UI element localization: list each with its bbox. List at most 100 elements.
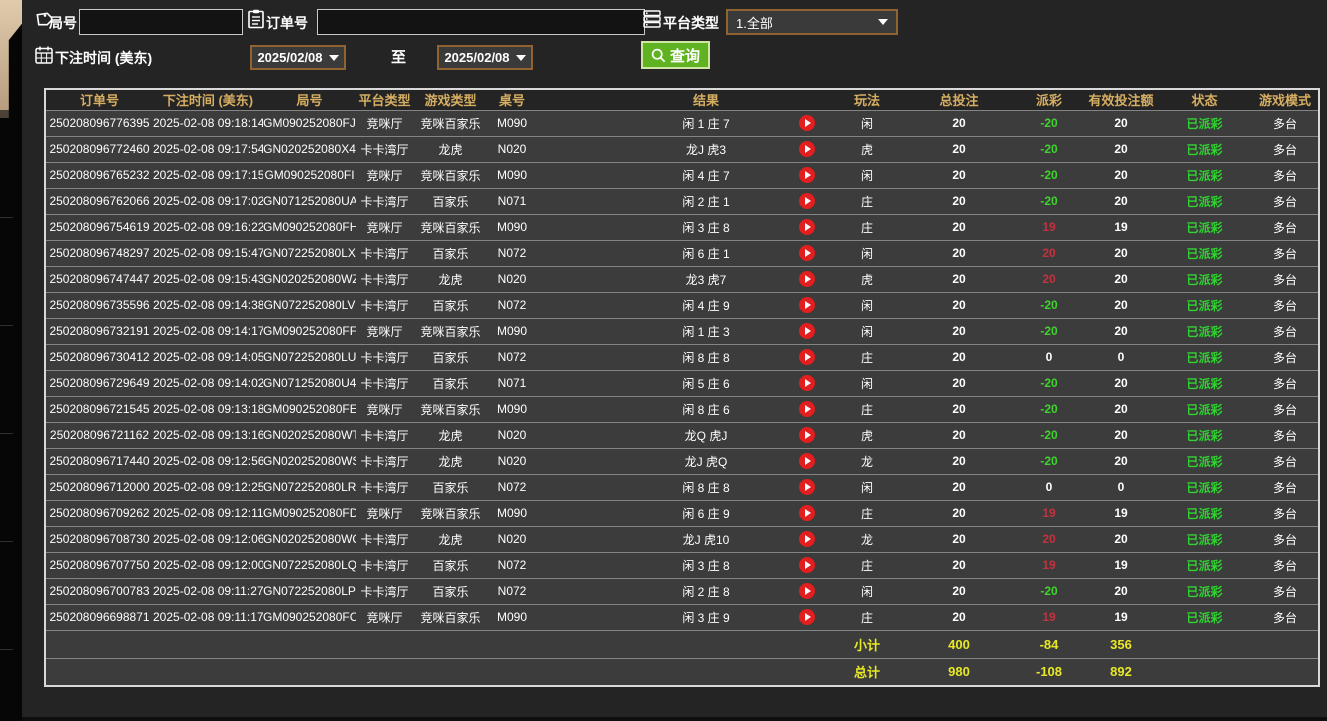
order-no-cell: 250208096776395 [45, 109, 153, 136]
play-triangle [805, 509, 811, 517]
table-no-cell: M090 [488, 317, 536, 344]
magnifier-icon [651, 48, 666, 62]
play-triangle [805, 613, 811, 621]
result-cell: 闲 3 庄 8 [536, 213, 829, 240]
game-mode-cell: 多台 [1252, 213, 1319, 240]
play-triangle [805, 197, 811, 205]
result-cell: 闲 3 庄 9 [536, 603, 829, 630]
table-row: 250208096707750 2025-02-08 09:12:00 GN07… [45, 551, 1319, 578]
video-play-icon[interactable] [799, 141, 815, 157]
game-mode-cell: 多台 [1252, 369, 1319, 396]
result-cell: 闲 4 庄 9 [536, 291, 829, 318]
game-mode-cell: 多台 [1252, 447, 1319, 474]
game-type-cell: 竞咪百家乐 [413, 317, 488, 344]
video-play-icon[interactable] [799, 349, 815, 365]
bet-time-cell: 2025-02-08 09:12:06 [153, 525, 263, 552]
play-triangle [805, 171, 811, 179]
payout-cell: -20 [1013, 135, 1085, 162]
game-mode-cell: 多台 [1252, 109, 1319, 136]
table-row: 250208096730412 2025-02-08 09:14:05 GN07… [45, 343, 1319, 370]
video-play-icon[interactable] [799, 167, 815, 183]
video-play-icon[interactable] [799, 479, 815, 495]
date-from-picker[interactable]: 2025/02/08 [250, 45, 346, 70]
video-play-icon[interactable] [799, 531, 815, 547]
payout-cell: -20 [1013, 161, 1085, 188]
video-play-icon[interactable] [799, 271, 815, 287]
order-no-cell: 250208096717440 [45, 447, 153, 474]
video-play-icon[interactable] [799, 323, 815, 339]
game-mode-cell: 多台 [1252, 395, 1319, 422]
video-play-icon[interactable] [799, 219, 815, 235]
header-row: 订单号 下注时间 (美东) 局号 平台类型 游戏类型 桌号 结果 玩法 总投注 … [45, 89, 1319, 110]
status-cell: 已派彩 [1157, 369, 1252, 396]
header-bet-time: 下注时间 (美东) [153, 89, 263, 110]
round-no-input[interactable] [79, 9, 243, 35]
platform-cell: 卡卡湾厅 [356, 291, 413, 318]
game-type-cell: 龙虎 [413, 421, 488, 448]
video-play-icon[interactable] [799, 193, 815, 209]
table-row: 250208096772460 2025-02-08 09:17:54 GN02… [45, 135, 1319, 162]
video-play-icon[interactable] [799, 375, 815, 391]
play-type-cell: 虎 [829, 421, 905, 448]
table-no-cell: N072 [488, 551, 536, 578]
table-no-cell: M090 [488, 395, 536, 422]
play-triangle [805, 301, 811, 309]
order-no-input[interactable] [317, 9, 645, 35]
header-result: 结果 [536, 89, 829, 110]
order-no-cell: 250208096707750 [45, 551, 153, 578]
total-label: 总计 [829, 657, 905, 686]
platform-cell: 竞咪厅 [356, 499, 413, 526]
video-play-icon[interactable] [799, 427, 815, 443]
valid-bet-cell: 20 [1085, 187, 1157, 214]
result-text: 闲 2 庄 1 [682, 194, 730, 209]
header-total-bet: 总投注 [905, 89, 1013, 110]
date-to-picker[interactable]: 2025/02/08 [437, 45, 533, 70]
result-text: 闲 6 庄 9 [682, 506, 730, 521]
result-cell: 闲 1 庄 3 [536, 317, 829, 344]
total-bet-cell: 20 [905, 343, 1013, 370]
left-edge-backdrop [0, 0, 22, 721]
date-to-separator: 至 [391, 49, 407, 66]
backdrop-separators [0, 110, 13, 670]
status-cell: 已派彩 [1157, 265, 1252, 292]
table-no-cell: N020 [488, 525, 536, 552]
payout-cell: 19 [1013, 213, 1085, 240]
bet-time-cell: 2025-02-08 09:16:22 [153, 213, 263, 240]
video-play-icon[interactable] [799, 583, 815, 599]
table-no-cell: M090 [488, 161, 536, 188]
video-play-icon[interactable] [799, 609, 815, 625]
platform-select[interactable]: 1.全部 [726, 9, 898, 35]
round-no-cell: GN071252080U4 [263, 369, 356, 396]
table-footer: 小计 400 -84 356 总计 980 -108 892 [45, 629, 1319, 686]
platform-cell: 竞咪厅 [356, 161, 413, 188]
status-cell: 已派彩 [1157, 213, 1252, 240]
header-payout: 派彩 [1013, 89, 1085, 110]
round-no-cell: GN072252080LR [263, 473, 356, 500]
valid-bet-cell: 20 [1085, 239, 1157, 266]
search-button[interactable]: 查询 [641, 41, 711, 69]
result-cell: 龙J 虎10 [536, 525, 829, 552]
video-play-icon[interactable] [799, 505, 815, 521]
video-play-icon[interactable] [799, 401, 815, 417]
result-text: 龙Q 虎J [684, 428, 728, 443]
game-type-cell: 百家乐 [413, 291, 488, 318]
table-no-cell: N072 [488, 291, 536, 318]
total-row: 总计 980 -108 892 [45, 657, 1319, 686]
bet-time-cell: 2025-02-08 09:12:56 [153, 447, 263, 474]
server-list-icon [643, 10, 661, 28]
play-triangle [805, 353, 811, 361]
total-payout: -108 [1013, 657, 1085, 686]
video-play-icon[interactable] [799, 453, 815, 469]
game-mode-cell: 多台 [1252, 473, 1319, 500]
calendar-icon [35, 46, 53, 64]
payout-cell: -20 [1013, 395, 1085, 422]
video-play-icon[interactable] [799, 245, 815, 261]
header-game-mode: 游戏模式 [1252, 89, 1319, 110]
order-no-cell: 250208096712000 [45, 473, 153, 500]
video-play-icon[interactable] [799, 115, 815, 131]
platform-cell: 卡卡湾厅 [356, 265, 413, 292]
round-no-cell: GM090252080FI [263, 161, 356, 188]
video-play-icon[interactable] [799, 297, 815, 313]
play-triangle [805, 275, 811, 283]
video-play-icon[interactable] [799, 557, 815, 573]
